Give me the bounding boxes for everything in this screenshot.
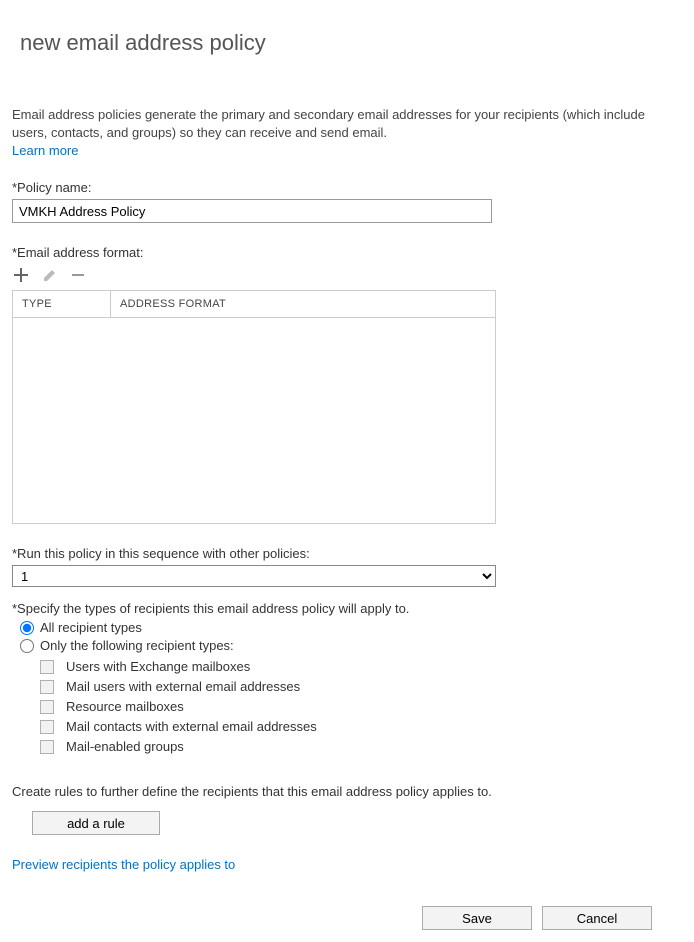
- learn-more-link[interactable]: Learn more: [12, 143, 78, 158]
- column-header-address-format[interactable]: ADDRESS FORMAT: [111, 291, 495, 317]
- checkbox-mail-enabled-groups-input: [40, 740, 54, 754]
- remove-icon: [70, 267, 86, 283]
- checkbox-mail-users-external[interactable]: Mail users with external email addresses: [40, 679, 682, 694]
- checkbox-users-exchange-input: [40, 660, 54, 674]
- email-format-label: *Email address format:: [12, 245, 682, 260]
- column-header-type[interactable]: TYPE: [13, 291, 111, 317]
- save-button[interactable]: Save: [422, 906, 532, 930]
- checkbox-mail-enabled-groups[interactable]: Mail-enabled groups: [40, 739, 682, 754]
- checkbox-label: Mail-enabled groups: [66, 739, 184, 754]
- radio-all-recipients-input[interactable]: [20, 621, 34, 635]
- checkbox-users-exchange[interactable]: Users with Exchange mailboxes: [40, 659, 682, 674]
- checkbox-label: Users with Exchange mailboxes: [66, 659, 250, 674]
- email-format-grid-body[interactable]: [13, 318, 495, 523]
- checkbox-resource-mailboxes[interactable]: Resource mailboxes: [40, 699, 682, 714]
- rules-label: Create rules to further define the recip…: [12, 784, 682, 799]
- radio-only-recipients-input[interactable]: [20, 639, 34, 653]
- radio-only-recipients-label: Only the following recipient types:: [40, 638, 234, 653]
- checkbox-mail-contacts-external[interactable]: Mail contacts with external email addres…: [40, 719, 682, 734]
- preview-recipients-link[interactable]: Preview recipients the policy applies to: [12, 857, 235, 872]
- radio-all-recipients[interactable]: All recipient types: [20, 620, 682, 635]
- policy-description: Email address policies generate the prim…: [12, 106, 682, 141]
- checkbox-label: Resource mailboxes: [66, 699, 184, 714]
- add-rule-button[interactable]: add a rule: [32, 811, 160, 835]
- sequence-label: *Run this policy in this sequence with o…: [12, 546, 682, 561]
- checkbox-label: Mail users with external email addresses: [66, 679, 300, 694]
- checkbox-mail-contacts-external-input: [40, 720, 54, 734]
- checkbox-mail-users-external-input: [40, 680, 54, 694]
- cancel-button[interactable]: Cancel: [542, 906, 652, 930]
- page-title: new email address policy: [20, 30, 682, 56]
- sequence-select[interactable]: 1: [12, 565, 496, 587]
- edit-icon: [42, 267, 58, 283]
- checkbox-resource-mailboxes-input: [40, 700, 54, 714]
- add-icon[interactable]: [12, 266, 30, 284]
- policy-name-label: *Policy name:: [12, 180, 682, 195]
- policy-name-input[interactable]: [12, 199, 492, 223]
- radio-only-recipients[interactable]: Only the following recipient types:: [20, 638, 682, 653]
- recipient-types-label: *Specify the types of recipients this em…: [12, 601, 682, 616]
- email-format-grid: TYPE ADDRESS FORMAT: [12, 290, 496, 524]
- radio-all-recipients-label: All recipient types: [40, 620, 142, 635]
- checkbox-label: Mail contacts with external email addres…: [66, 719, 317, 734]
